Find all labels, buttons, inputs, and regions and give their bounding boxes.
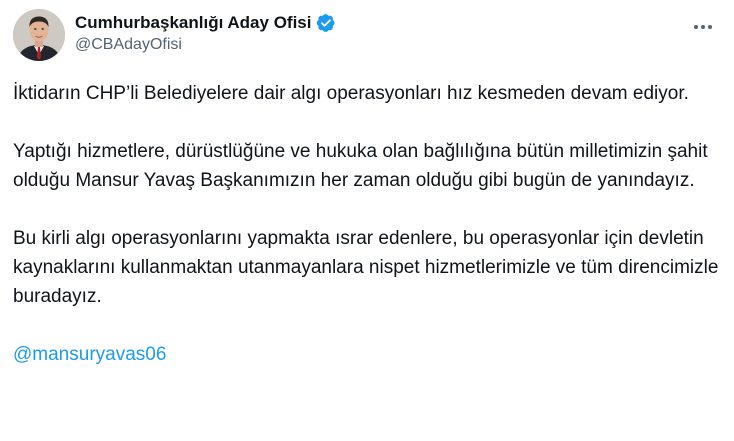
- display-name-row: Cumhurbaşkanlığı Aday Ofisi: [75, 12, 336, 34]
- avatar[interactable]: [13, 9, 65, 61]
- more-options-icon[interactable]: [689, 17, 717, 37]
- author-names: Cumhurbaşkanlığı Aday Ofisi @CBAdayOfisi: [75, 12, 336, 54]
- account-handle[interactable]: @CBAdayOfisi: [75, 36, 336, 54]
- tweet-card: Cumhurbaşkanlığı Aday Ofisi @CBAdayOfisi…: [0, 0, 734, 441]
- verified-badge-icon[interactable]: [316, 13, 336, 33]
- tweet-text: İktidarın CHP’li Belediyelere dair algı …: [13, 79, 725, 369]
- mention-link[interactable]: @mansuryavas06: [13, 340, 166, 369]
- tweet-paragraph-3: Bu kirli algı operasyonlarını yapmakta ı…: [13, 228, 719, 307]
- tweet-paragraph-2: Yaptığı hizmetlere, dürüstlüğüne ve huku…: [13, 141, 708, 191]
- tweet-header: Cumhurbaşkanlığı Aday Ofisi @CBAdayOfisi: [13, 9, 721, 67]
- display-name[interactable]: Cumhurbaşkanlığı Aday Ofisi: [75, 13, 311, 33]
- tweet-paragraph-1: İktidarın CHP’li Belediyelere dair algı …: [13, 83, 689, 104]
